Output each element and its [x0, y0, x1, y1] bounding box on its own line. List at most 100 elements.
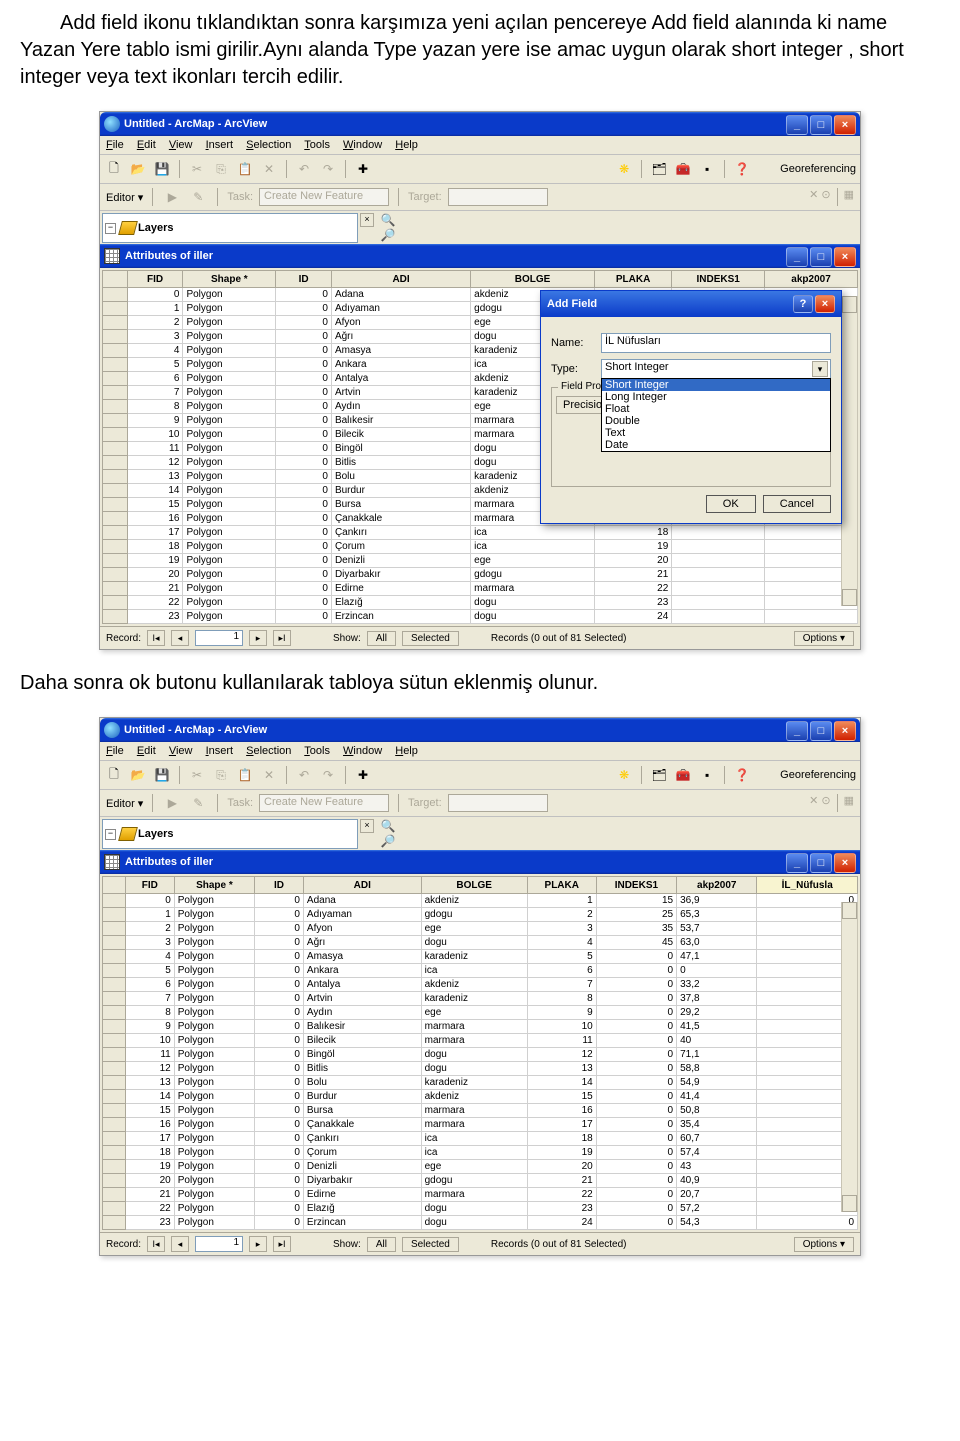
table-row[interactable]: 18Polygon0Çorumica19057,40 [103, 1146, 858, 1160]
column-header[interactable]: FID [127, 271, 183, 288]
cmd-icon[interactable]: ▪ [697, 159, 717, 179]
minimize-button[interactable]: _ [786, 115, 808, 135]
table-row[interactable]: 2Polygon0Afyonege33553,70 [103, 922, 858, 936]
toolbox-icon[interactable]: 🧰 [673, 159, 693, 179]
redo-icon[interactable]: ↷ [318, 765, 338, 785]
dialog-titlebar[interactable]: Add Field ? × [541, 291, 841, 317]
show-all-button[interactable]: All [367, 631, 396, 646]
scrollbar[interactable] [841, 902, 858, 1212]
arccatalog-icon[interactable]: 🗂 [649, 765, 669, 785]
whatsthis-icon[interactable]: ❓ [732, 159, 752, 179]
cmd-icon[interactable]: ▪ [697, 765, 717, 785]
table-row[interactable]: 23Polygon0Erzincandogu24054,30 [103, 1216, 858, 1230]
cut-icon[interactable]: ✂ [187, 159, 207, 179]
menu-insert[interactable]: Insert [206, 745, 234, 757]
expand-icon[interactable]: − [105, 223, 116, 234]
table-row[interactable]: 17Polygon0Çankırıica18 [103, 526, 858, 540]
editor-dropdown[interactable]: Editor ▾ [106, 797, 143, 810]
whatsthis-icon[interactable]: ❓ [732, 765, 752, 785]
column-header-new[interactable]: İL_Nüfusla [757, 877, 858, 894]
attr-close-button[interactable]: × [834, 853, 856, 873]
table-row[interactable]: 19Polygon0Denizliege20 [103, 554, 858, 568]
toc-panel[interactable]: − Layers [102, 213, 358, 243]
copy-icon[interactable]: ⎘ [211, 159, 231, 179]
nav-first-button[interactable]: I◂ [147, 630, 165, 646]
menu-help[interactable]: Help [395, 745, 418, 757]
attr-minimize-button[interactable]: _ [786, 853, 808, 873]
menu-selection[interactable]: Selection [246, 139, 291, 151]
add-data-icon[interactable]: ✚ [353, 765, 373, 785]
menu-edit[interactable]: Edit [137, 139, 156, 151]
paste-icon[interactable]: 📋 [235, 765, 255, 785]
new-icon[interactable]: 🗋 [104, 159, 124, 179]
arcmap-titlebar[interactable]: Untitled - ArcMap - ArcView _ □ × [100, 112, 860, 136]
nav-next-button[interactable]: ▸ [249, 1236, 267, 1252]
table-row[interactable]: 0Polygon0Adanaakdeniz11536,90 [103, 894, 858, 908]
table-row[interactable]: 11Polygon0Bingöldogu12071,10 [103, 1048, 858, 1062]
table-row[interactable]: 19Polygon0Denizliege200430 [103, 1160, 858, 1174]
column-header[interactable]: PLAKA [527, 877, 596, 894]
paste-icon[interactable]: 📋 [235, 159, 255, 179]
task-combo[interactable]: Create New Feature [259, 794, 389, 812]
table-row[interactable]: 22Polygon0Elazığdogu23 [103, 596, 858, 610]
toc-panel[interactable]: − Layers [102, 819, 358, 849]
column-header[interactable]: ADI [331, 271, 470, 288]
close-button[interactable]: × [834, 721, 856, 741]
menu-edit[interactable]: Edit [137, 745, 156, 757]
nav-prev-button[interactable]: ◂ [171, 1236, 189, 1252]
find-icon[interactable]: ❋ [614, 765, 634, 785]
table-row[interactable]: 14Polygon0Burdurakdeniz15041,40 [103, 1090, 858, 1104]
georeferencing-label[interactable]: Georeferencing [780, 769, 856, 781]
georeferencing-label[interactable]: Georeferencing [780, 163, 856, 175]
nav-last-button[interactable]: ▸I [273, 630, 291, 646]
show-selected-button[interactable]: Selected [402, 1237, 459, 1252]
save-icon[interactable]: 💾 [152, 159, 172, 179]
table-row[interactable]: 4Polygon0Amasyakaradeniz5047,10 [103, 950, 858, 964]
column-header[interactable]: ID [276, 271, 332, 288]
show-all-button[interactable]: All [367, 1237, 396, 1252]
attr-minimize-button[interactable]: _ [786, 247, 808, 267]
table-row[interactable]: 15Polygon0Bursamarmara16050,80 [103, 1104, 858, 1118]
arcmap-titlebar-2[interactable]: Untitled - ArcMap - ArcView _ □ × [100, 718, 860, 742]
attr-maximize-button[interactable]: □ [810, 247, 832, 267]
maximize-button[interactable]: □ [810, 115, 832, 135]
toolbox-icon[interactable]: 🧰 [673, 765, 693, 785]
new-icon[interactable]: 🗋 [104, 765, 124, 785]
column-header[interactable]: BOLGE [471, 271, 595, 288]
attributes-titlebar[interactable]: Attributes of iller _ □ × [100, 244, 860, 268]
menu-selection[interactable]: Selection [246, 745, 291, 757]
zoomin-icon[interactable]: 🔍 [380, 819, 396, 833]
menu-view[interactable]: View [169, 745, 193, 757]
menu-help[interactable]: Help [395, 139, 418, 151]
zoomout-icon[interactable]: 🔎 [380, 228, 396, 242]
name-input[interactable]: İL Nüfusları [601, 333, 831, 353]
table-row[interactable]: 7Polygon0Artvinkaradeniz8037,80 [103, 992, 858, 1006]
record-input[interactable]: 1 [195, 630, 243, 646]
menu-file[interactable]: File [106, 745, 124, 757]
minimize-button[interactable]: _ [786, 721, 808, 741]
menu-window[interactable]: Window [343, 745, 382, 757]
table-row[interactable]: 1Polygon0Adıyamangdogu22565,30 [103, 908, 858, 922]
copy-icon[interactable]: ⎘ [211, 765, 231, 785]
toc-close-icon[interactable]: × [360, 819, 374, 833]
table-row[interactable]: 10Polygon0Bilecikmarmara110400 [103, 1034, 858, 1048]
table-row[interactable]: 16Polygon0Çanakkalemarmara17035,40 [103, 1118, 858, 1132]
zoomin-icon[interactable]: 🔍 [380, 213, 396, 227]
nav-prev-button[interactable]: ◂ [171, 630, 189, 646]
table-row[interactable]: 12Polygon0Bitlisdogu13058,80 [103, 1062, 858, 1076]
menu-tools[interactable]: Tools [304, 745, 330, 757]
attributes-titlebar[interactable]: Attributes of iller _ □ × [100, 850, 860, 874]
close-button[interactable]: × [834, 115, 856, 135]
dialog-close-button[interactable]: × [815, 295, 835, 313]
type-option-float[interactable]: Float [602, 403, 830, 415]
task-combo[interactable]: Create New Feature [259, 188, 389, 206]
attr-close-button[interactable]: × [834, 247, 856, 267]
attr-maximize-button[interactable]: □ [810, 853, 832, 873]
menu-view[interactable]: View [169, 139, 193, 151]
type-dropdown-list[interactable]: Short Integer Long Integer Float Double … [601, 378, 831, 452]
maximize-button[interactable]: □ [810, 721, 832, 741]
table-row[interactable]: 21Polygon0Edirnemarmara22020,70 [103, 1188, 858, 1202]
editor-dropdown[interactable]: Editor ▾ [106, 191, 143, 204]
column-header[interactable]: akp2007 [765, 271, 858, 288]
table-row[interactable]: 17Polygon0Çankırıica18060,70 [103, 1132, 858, 1146]
